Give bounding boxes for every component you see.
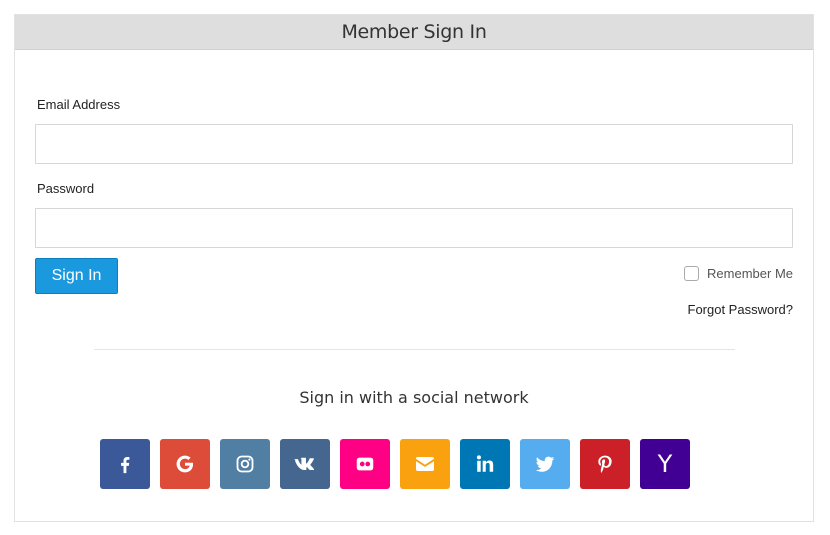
facebook-button[interactable]	[100, 439, 150, 489]
social-buttons: Y	[100, 439, 690, 489]
forgot-password-link[interactable]: Forgot Password?	[688, 302, 794, 317]
google-icon	[176, 455, 194, 473]
google-button[interactable]	[160, 439, 210, 489]
email-field[interactable]	[35, 124, 793, 164]
remember-me[interactable]: Remember Me	[684, 266, 793, 281]
email-button[interactable]	[400, 439, 450, 489]
page-title: Member Sign In	[341, 21, 487, 43]
remember-me-checkbox[interactable]	[684, 266, 700, 281]
password-field[interactable]	[35, 208, 793, 248]
signin-button[interactable]: Sign In	[35, 258, 118, 294]
divider	[94, 349, 735, 350]
email-icon	[416, 457, 434, 471]
linkedin-button[interactable]	[460, 439, 510, 489]
remember-me-label: Remember Me	[707, 266, 793, 281]
twitter-icon	[535, 456, 555, 472]
yahoo-button[interactable]: Y	[640, 439, 690, 489]
pinterest-icon	[598, 455, 612, 473]
facebook-icon	[121, 457, 130, 474]
twitter-button[interactable]	[520, 439, 570, 489]
password-label: Password	[37, 181, 95, 196]
flickr-icon	[356, 457, 374, 471]
social-heading: Sign in with a social network	[299, 388, 529, 407]
card-header: Member Sign In	[15, 15, 813, 50]
yahoo-icon: Y	[657, 450, 673, 478]
flickr-button[interactable]	[340, 439, 390, 489]
linkedin-icon	[476, 455, 494, 472]
instagram-button[interactable]	[220, 439, 270, 489]
instagram-icon	[236, 455, 254, 473]
email-label: Email Address	[37, 97, 121, 112]
signin-card: Member Sign In Email Address Password Si…	[14, 14, 814, 522]
pinterest-button[interactable]	[580, 439, 630, 489]
vk-button[interactable]	[280, 439, 330, 489]
vk-icon	[294, 457, 315, 470]
